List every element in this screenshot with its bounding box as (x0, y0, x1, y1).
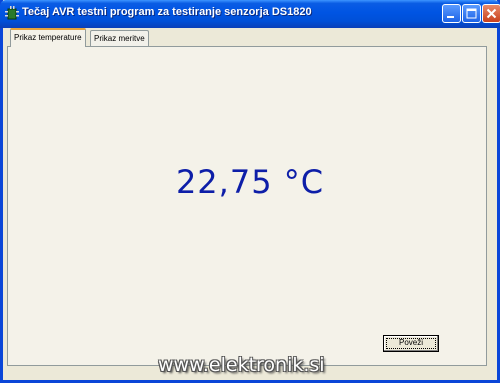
close-icon (486, 8, 497, 19)
app-icon (5, 6, 19, 22)
watermark: www.elektronik.si (158, 354, 325, 376)
minimize-button[interactable] (442, 4, 461, 23)
tab-label: Prikaz meritve (94, 34, 145, 43)
maximize-icon (466, 8, 477, 19)
close-button[interactable] (482, 4, 500, 23)
maximize-button[interactable] (462, 4, 481, 23)
focus-rectangle (386, 338, 436, 349)
tab-label: Prikaz temperature (14, 33, 82, 42)
minimize-icon (447, 16, 454, 18)
tab-panel (7, 46, 487, 366)
window-title: Tečaj AVR testni program za testiranje s… (22, 6, 312, 18)
title-bar[interactable]: Tečaj AVR testni program za testiranje s… (0, 0, 500, 28)
tab-temperature-display[interactable]: Prikaz temperature (10, 28, 86, 47)
temperature-readout: 22,75 °C (175, 163, 325, 201)
connect-button[interactable]: Poveži (383, 335, 439, 352)
tab-measurement-display[interactable]: Prikaz meritve (90, 30, 149, 47)
